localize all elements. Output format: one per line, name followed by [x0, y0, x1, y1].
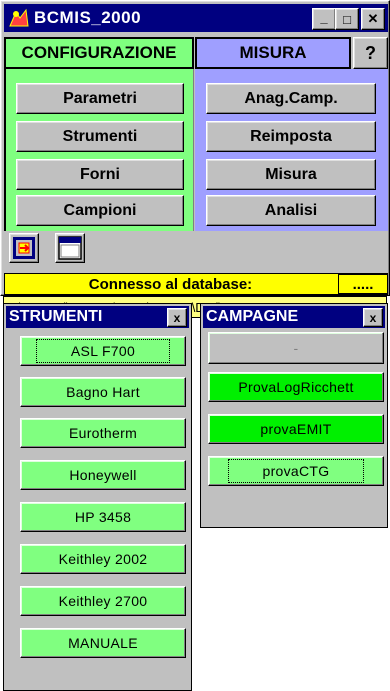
strumento-label: MANUALE [68, 635, 138, 651]
exit-button[interactable] [9, 233, 39, 263]
campagna-provactg[interactable]: provaCTG [208, 456, 384, 486]
strumento-label: ASL F700 [35, 339, 171, 363]
config-header-label: CONFIGURAZIONE [21, 43, 177, 62]
select-database-button[interactable]: ..... [338, 274, 388, 294]
close-icon: x [369, 310, 377, 325]
maximize-icon: □ [343, 11, 351, 27]
misura-header-label: MISURA [239, 43, 307, 62]
title-bar[interactable]: BCMIS_2000 _ □ ✕ [4, 4, 388, 32]
strumento-keithley-2700[interactable]: Keithley 2700 [20, 586, 186, 616]
maximize-button[interactable]: □ [335, 8, 359, 30]
parametri-button[interactable]: Parametri [16, 83, 184, 114]
close-button[interactable]: ✕ [361, 8, 385, 30]
strumento-asl-f700[interactable]: ASL F700 [20, 336, 186, 366]
campagne-title-bar[interactable]: CAMPAGNE x [203, 306, 385, 328]
help-button[interactable]: ? [353, 37, 388, 69]
misura-button[interactable]: Misura [206, 159, 376, 190]
anag-camp-label: Anag.Camp. [244, 89, 338, 107]
window-icon [58, 236, 82, 260]
close-icon: x [173, 310, 181, 325]
strumento-label: Bagno Hart [66, 384, 140, 400]
config-header: CONFIGURAZIONE [4, 37, 194, 69]
campagne-close-button[interactable]: x [363, 308, 383, 327]
forni-button[interactable]: Forni [16, 159, 184, 190]
campioni-button[interactable]: Campioni [16, 195, 184, 226]
strumenti-title-bar[interactable]: STRUMENTI x [6, 306, 189, 328]
strumento-label: HP 3458 [74, 509, 132, 525]
campagna-provalogricchett[interactable]: ProvaLogRicchett [208, 372, 384, 402]
strumenti-button[interactable]: Strumenti [16, 121, 184, 152]
misura-label: Misura [265, 165, 317, 183]
strumento-label: Honeywell [69, 467, 137, 483]
close-icon: ✕ [367, 11, 379, 26]
campagne-window: CAMPAGNE x - ProvaLogRicchett provaEMIT … [200, 303, 388, 528]
analisi-label: Analisi [264, 201, 318, 219]
reimposta-label: Reimposta [250, 127, 332, 145]
campagna-empty[interactable]: - [208, 332, 384, 364]
strumento-keithley-2002[interactable]: Keithley 2002 [20, 544, 186, 574]
campagna-label: provaCTG [227, 459, 365, 483]
strumento-label: Keithley 2002 [58, 551, 148, 567]
config-panel: Parametri Strumenti Forni Campioni [4, 69, 194, 231]
campagna-label: ProvaLogRicchett [238, 379, 354, 395]
app-icon [8, 8, 30, 28]
strumento-manuale[interactable]: MANUALE [20, 628, 186, 658]
minimize-button[interactable]: _ [312, 8, 336, 30]
parametri-label: Parametri [63, 89, 137, 107]
campagna-label: - [293, 340, 299, 356]
campagna-provaemit[interactable]: provaEMIT [208, 414, 384, 444]
reimposta-button[interactable]: Reimposta [206, 121, 376, 152]
main-window: BCMIS_2000 _ □ ✕ CONFIGURAZIONE MISURA ?… [0, 0, 390, 296]
strumento-bagno-hart[interactable]: Bagno Hart [20, 377, 186, 407]
minimize-icon: _ [320, 9, 328, 25]
campagna-label: provaEMIT [260, 421, 332, 437]
campagne-title: CAMPAGNE [206, 308, 299, 325]
connection-status-label: Connesso al database: [88, 275, 253, 293]
strumenti-window: STRUMENTI x ASL F700 Bagno Hart Eurother… [3, 303, 192, 691]
strumento-hp-3458[interactable]: HP 3458 [20, 502, 186, 532]
campioni-label: Campioni [63, 201, 137, 219]
misura-panel: Anag.Camp. Reimposta Misura Analisi [195, 69, 388, 231]
window-button[interactable] [55, 233, 85, 263]
misura-header: MISURA [195, 37, 351, 69]
strumento-eurotherm[interactable]: Eurotherm [20, 418, 186, 448]
strumenti-title: STRUMENTI [9, 308, 103, 325]
analisi-button[interactable]: Analisi [206, 195, 376, 226]
strumenti-close-button[interactable]: x [167, 308, 187, 327]
strumento-label: Keithley 2700 [58, 593, 148, 609]
anag-camp-button[interactable]: Anag.Camp. [206, 83, 376, 114]
strumento-label: Eurotherm [68, 425, 138, 441]
forni-label: Forni [80, 165, 120, 183]
strumento-honeywell[interactable]: Honeywell [20, 460, 186, 490]
exit-icon [13, 237, 35, 259]
window-title: BCMIS_2000 [34, 8, 142, 27]
status-row: Connesso al database: ..... [4, 273, 388, 295]
help-icon: ? [365, 42, 376, 63]
strumenti-label: Strumenti [62, 127, 138, 145]
